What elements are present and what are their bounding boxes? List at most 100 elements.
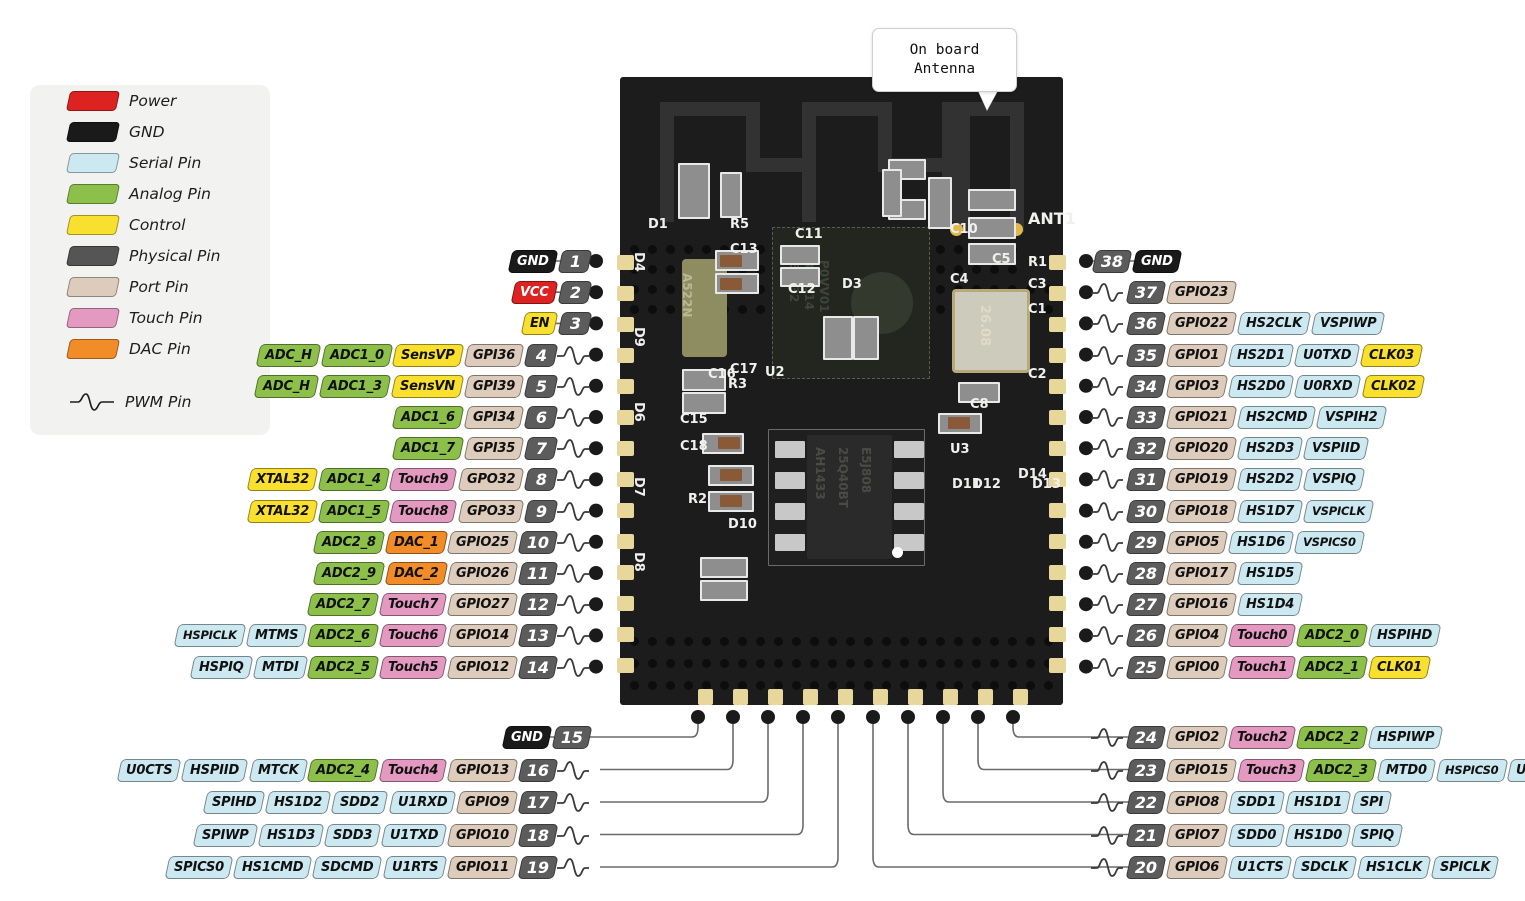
pin-connector-dot	[691, 710, 705, 724]
pin-label-chip: GPIO7	[1165, 823, 1229, 847]
pin-label-text: U1RXD	[397, 795, 447, 810]
pin-label-text: Touch3	[1245, 762, 1297, 778]
pin-label-text: GPO32	[466, 472, 515, 488]
pin-label-chip: GND	[507, 250, 559, 273]
legend-label: PWM Pin	[125, 392, 192, 411]
pin-number: 35	[1135, 345, 1157, 365]
pin-row-14: HSPIQ MTDI ADC2_5 Touch5 GPIO12 14	[188, 655, 590, 679]
pin-connector-dot	[589, 503, 603, 518]
legend-item-pwm: PWM Pin	[30, 386, 270, 417]
pwm-wave-icon	[1091, 793, 1123, 812]
pin-label-text: CLK01	[1377, 659, 1422, 675]
flash-lead	[775, 503, 805, 520]
pin-label-chip: Touch3	[1236, 758, 1306, 782]
pin-label-chip: SPIWP	[192, 823, 258, 847]
pin-label-text: U0TXD	[1303, 347, 1352, 363]
pin-connector-dot	[796, 710, 810, 724]
pin-label-text: MTCK	[257, 762, 299, 778]
pin-number: 22	[1135, 792, 1157, 812]
pin-label-text: CLK02	[1370, 378, 1416, 394]
pin-label-text: SDCMD	[321, 860, 374, 875]
pin-label-text: GPIO21	[1174, 410, 1228, 425]
pin-label-chip: GPIO26	[446, 562, 519, 585]
pin-label-chip: ADC2_1	[1295, 655, 1369, 679]
pin-label-text: ADC1_5	[326, 503, 381, 519]
pin-label-text: ADC2_5	[316, 659, 370, 675]
edge-pad-bottom	[873, 689, 888, 705]
edge-pad-bottom	[978, 689, 993, 705]
pin-label-chip: GPIO16	[1165, 593, 1238, 617]
silk-D10: D10	[728, 517, 757, 532]
pin-label-text: GND	[517, 254, 549, 269]
pin-label-text: GPIO17	[1174, 566, 1228, 581]
pin-label-chip: HS1D5	[1236, 562, 1304, 585]
pin-label-text: SDD0	[1237, 827, 1277, 843]
pin-label-text: U1RTS	[391, 860, 439, 875]
pin-label-chip: XTAL32	[246, 499, 319, 523]
antenna-trace-1	[660, 102, 760, 116]
pwm-wave-icon	[1091, 626, 1123, 646]
via	[738, 659, 747, 668]
pin-number: 26	[1135, 625, 1157, 645]
pin-label-chip: U0TXD	[1293, 343, 1361, 367]
via	[684, 681, 693, 690]
pin-label-text: SensVN	[399, 378, 455, 394]
pin-number: 24	[1135, 727, 1157, 747]
pin-number-box: 32	[1125, 437, 1167, 461]
legend-label: Touch Pin	[129, 308, 203, 327]
pin-label-text: GPI39	[472, 378, 515, 394]
via	[720, 681, 729, 690]
pin-label-text: Touch8	[398, 503, 449, 519]
via	[792, 659, 801, 668]
pin-label-chip: DAC_1	[384, 530, 448, 554]
pin-label-chip: HSPICS0	[1435, 758, 1508, 782]
pin-label-chip: GPIO18	[1165, 499, 1238, 523]
pin-label-chip: GPIO20	[1165, 437, 1238, 461]
antenna-trace-9	[956, 102, 970, 232]
via	[630, 305, 639, 314]
pin-label-text: Touch5	[387, 659, 439, 675]
silk-R3: R3	[728, 377, 748, 392]
pin-label-text: Touch6	[387, 628, 439, 644]
pin-label-text: SPIWP	[201, 827, 249, 843]
silk-C1: C1	[1028, 302, 1047, 317]
pin-label-text: ADC2_7	[316, 597, 370, 613]
pin-label-chip: GPI39	[463, 374, 525, 398]
via	[954, 245, 963, 254]
pin-label-text: HS1D5	[1245, 566, 1294, 581]
via	[972, 637, 981, 646]
pin-label-chip: ADC2_6	[306, 624, 380, 648]
pin-number-box: 35	[1125, 343, 1167, 367]
legend-label: GND	[129, 122, 165, 141]
pwm-wave-icon	[1091, 728, 1123, 747]
pin-label-chip: SPIHD	[202, 791, 266, 814]
pin-label-text: GPIO8	[1174, 795, 1220, 810]
pin-label-text: ADC1_7	[401, 441, 455, 457]
via	[936, 659, 945, 668]
legend-swatch	[65, 338, 121, 359]
via	[936, 285, 945, 294]
pin-number: 19	[527, 857, 549, 877]
pin-row-31: 31 GPIO19 HS2D2 VSPIQ	[1090, 468, 1366, 492]
pin-row-11: ADC2_9 DAC_2 GPIO26 11	[311, 562, 590, 585]
pin-label-chip: SPIQ	[1350, 823, 1404, 847]
smd-cap-1	[720, 278, 742, 290]
pin-label-chip: Touch5	[378, 655, 448, 679]
pin-row-33: 33 GPIO21 HS2CMD VSPIH2	[1090, 406, 1388, 429]
pwm-wave-icon	[557, 626, 589, 646]
pin-row-4: ADC_H ADC1_0 SensVP GPI36 4	[254, 343, 590, 367]
via	[666, 285, 675, 294]
pin-label-text: GPIO11	[456, 860, 510, 875]
flash-lead	[775, 441, 805, 458]
via	[1044, 681, 1053, 690]
pin-label-text: HS1D7	[1245, 503, 1294, 519]
pin-number: 32	[1135, 438, 1157, 458]
pin-label-chip: HS2D2	[1236, 468, 1304, 492]
pin-label-text: HS1D0	[1294, 827, 1343, 843]
pin-label-chip: ADC1_7	[391, 437, 465, 461]
edge-pad-left	[617, 441, 634, 456]
pin-number: 20	[1135, 857, 1157, 877]
pin-label-chip: VCC	[511, 281, 559, 305]
via	[648, 305, 657, 314]
crystal-right-marking: 26.08	[977, 305, 992, 347]
